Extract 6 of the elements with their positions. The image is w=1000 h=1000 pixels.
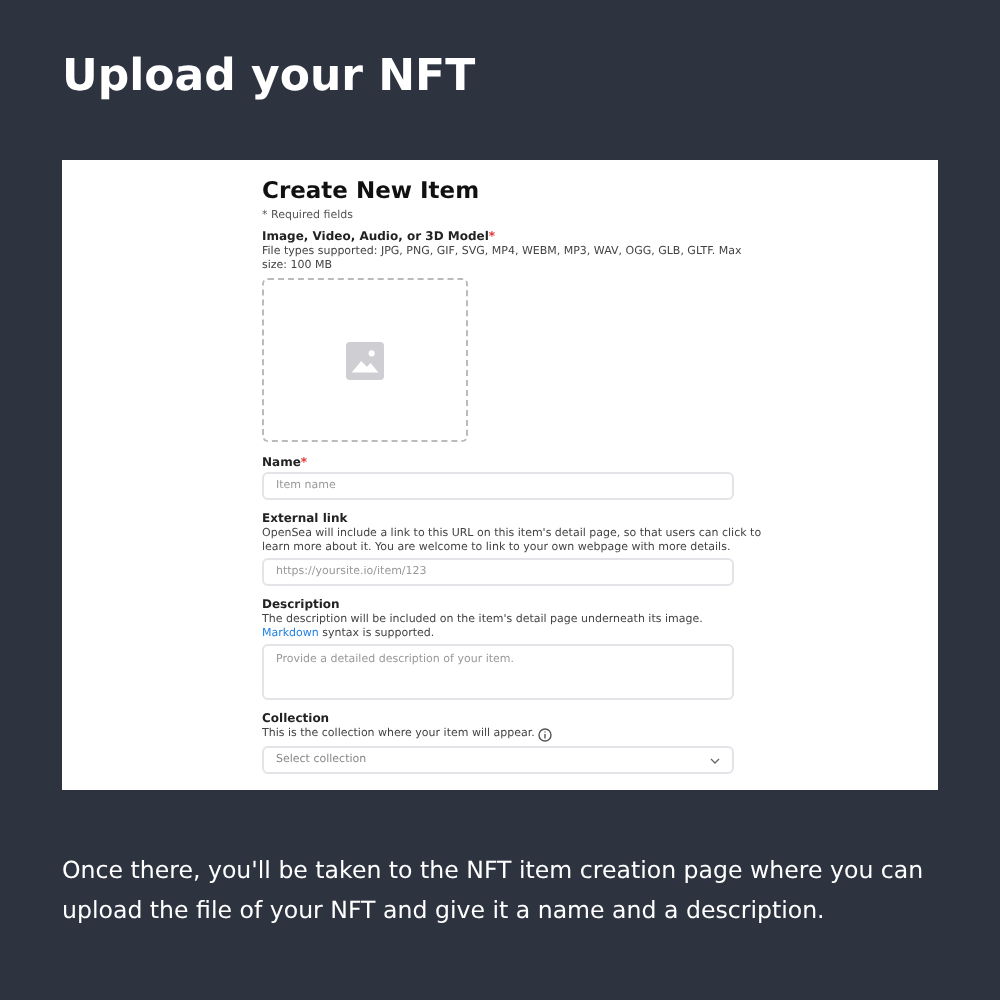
chevron-down-icon (710, 757, 720, 763)
upload-area[interactable] (262, 278, 468, 442)
form-heading: Create New Item (262, 176, 480, 204)
image-icon (346, 341, 384, 379)
page-title: Upload your NFT (62, 50, 478, 106)
caption-text: Once there, you'll be taken to the NFT item creation page where you can upload the file of your NFT and give it a name and a description. (62, 854, 926, 928)
